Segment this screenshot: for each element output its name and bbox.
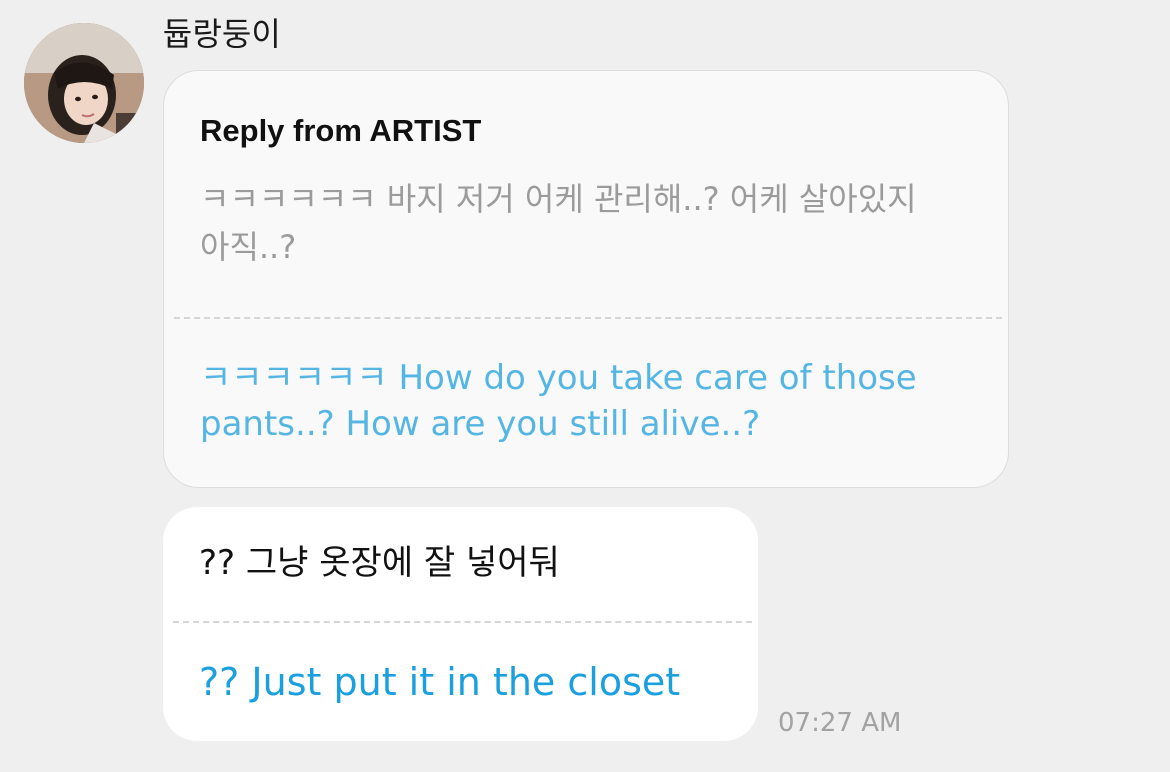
message-bubble[interactable]: ?? 그냥 옷장에 잘 넣어둬 ?? Just put it in the cl…	[163, 507, 758, 741]
avatar[interactable]	[24, 23, 144, 143]
reply-translated-text: ㅋㅋㅋㅋㅋㅋ How do you take care of those pan…	[200, 358, 917, 444]
reply-header: Reply from ARTIST	[200, 113, 482, 148]
reply-divider	[174, 317, 1002, 319]
message-translated-text: ?? Just put it in the closet	[199, 660, 681, 704]
avatar-photo-icon	[24, 23, 144, 143]
reply-original-text: ㅋㅋㅋㅋㅋㅋ 바지 저거 어케 관리해..? 어케 살아있지 아직..?	[200, 180, 917, 266]
message-divider	[173, 621, 752, 623]
reply-message-bubble[interactable]: Reply from ARTIST ㅋㅋㅋㅋㅋㅋ 바지 저거 어케 관리해..?…	[163, 70, 1009, 488]
message-original-text: ?? 그냥 옷장에 잘 넣어둬	[199, 543, 560, 583]
sender-name: 듑랑둥이	[163, 15, 281, 53]
message-timestamp: 07:27 AM	[778, 708, 902, 738]
